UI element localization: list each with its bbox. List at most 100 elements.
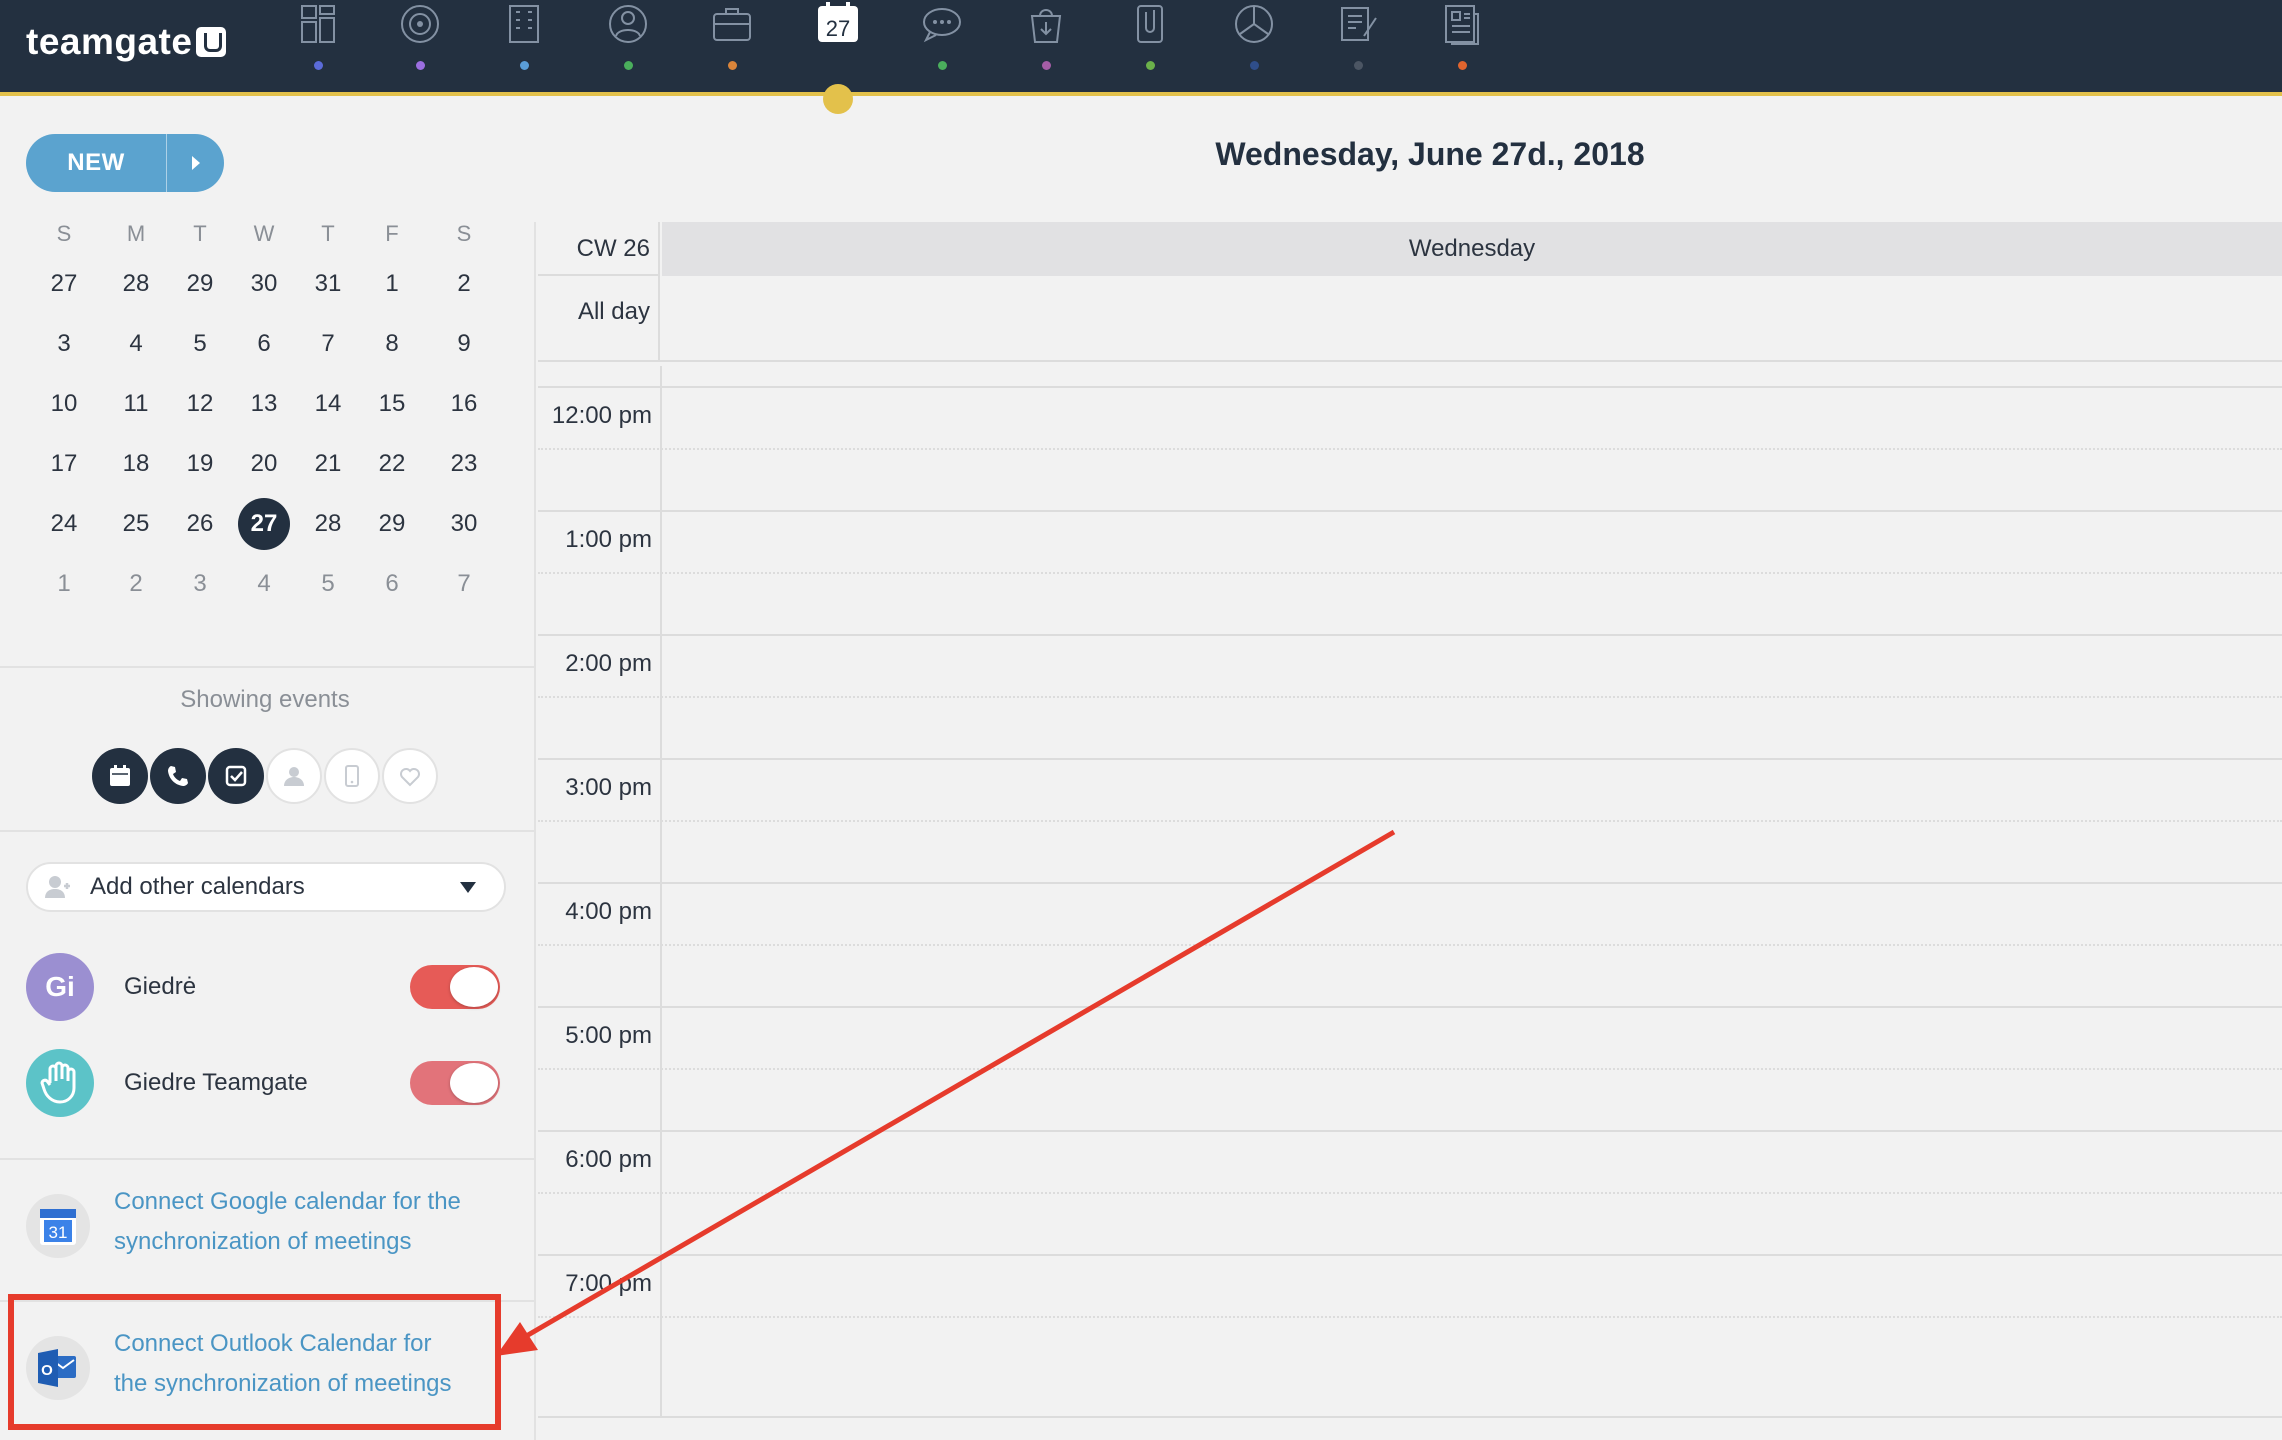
calendar-day[interactable]: 18 [108, 436, 164, 492]
calendar-day[interactable]: 3 [172, 556, 228, 612]
calendar-day[interactable]: 3 [36, 316, 92, 372]
weekday-label: W [253, 221, 275, 246]
task-filter-button[interactable] [208, 748, 264, 804]
teamgate-logo[interactable]: teamgate [26, 18, 227, 66]
new-dropdown-arrow-icon[interactable] [167, 156, 224, 170]
calendar-day[interactable]: 7 [436, 556, 492, 612]
calendar-day[interactable]: 30 [236, 256, 292, 312]
hour-row[interactable]: 12:00 pm [538, 386, 2282, 510]
nav-item-download[interactable] [1006, 0, 1086, 92]
calendar-day[interactable]: 29 [364, 496, 420, 552]
hour-row[interactable]: 4:00 pm [538, 882, 2282, 1006]
outlook-highlight-box [8, 1294, 501, 1430]
nav-item-dashboard[interactable] [278, 0, 358, 92]
nav-item-contacts[interactable] [588, 0, 668, 92]
nav-item-building[interactable] [484, 0, 564, 92]
chat-icon [918, 0, 966, 53]
showing-events-label: Showing events [180, 686, 350, 713]
calendar-day[interactable]: 17 [36, 436, 92, 492]
calendar-day[interactable]: 24 [36, 496, 92, 552]
half-hour-line [538, 1192, 2282, 1194]
nav-status-dot [519, 61, 529, 70]
chevron-down-icon [460, 881, 476, 893]
add-other-calendars-label: Add other calendars [90, 873, 305, 900]
calendar-day[interactable]: 28 [300, 496, 356, 552]
calendar-filter-button[interactable] [92, 748, 148, 804]
calendar-day[interactable]: 4 [108, 316, 164, 372]
calendar-day[interactable]: 25 [108, 496, 164, 552]
half-hour-line [538, 572, 2282, 574]
calendar-day[interactable]: 5 [172, 316, 228, 372]
all-day-row[interactable]: All day [538, 276, 2282, 362]
calendar-day[interactable]: 30 [436, 496, 492, 552]
hour-line [538, 634, 2282, 636]
calendar-day[interactable]: 27 [36, 256, 92, 312]
logo-text: teamgate [26, 21, 193, 62]
hour-row[interactable]: 6:00 pm [538, 1130, 2282, 1254]
calendar-day[interactable]: 2 [436, 256, 492, 312]
calendar-day[interactable]: 15 [364, 376, 420, 432]
calendar-day[interactable]: 13 [236, 376, 292, 432]
weekday-label: M [126, 221, 146, 246]
calendar-day[interactable]: 5 [300, 556, 356, 612]
calendar-day[interactable]: 16 [436, 376, 492, 432]
calendar-day[interactable]: 2 [108, 556, 164, 612]
call-filter-button[interactable] [150, 748, 206, 804]
calendar-day[interactable]: 6 [236, 316, 292, 372]
time-grid[interactable]: 11:00 am 12:00 pm 1:00 pm 2:00 pm 3:00 pm 4:0… [538, 366, 2282, 1418]
calendar-day[interactable]: 1 [364, 256, 420, 312]
calendar-day[interactable]: 31 [300, 256, 356, 312]
calendar-day[interactable]: 19 [172, 436, 228, 492]
hour-line [538, 1006, 2282, 1008]
sidebar: S M T W T F S 27 28 29 30 31 1 2 3 4 5 6 7 8 9 10 11 12 13 14 15 16… [0, 222, 536, 1440]
hour-row[interactable]: 1:00 pm [538, 510, 2282, 634]
calendar-day[interactable]: 29 [172, 256, 228, 312]
calendar-visibility-toggle[interactable] [410, 965, 500, 1009]
calendar-day[interactable]: 8 [364, 316, 420, 372]
new-button[interactable]: NEW [26, 134, 224, 192]
calendar-day[interactable]: 23 [436, 436, 492, 492]
connect-google-link[interactable]: Connect Google calendar for the synchron… [114, 1182, 504, 1262]
hour-row[interactable]: 3:00 pm [538, 758, 2282, 882]
favorite-filter-button[interactable] [382, 748, 438, 804]
nav-item-notes[interactable] [1318, 0, 1398, 92]
nav-item-briefcase[interactable] [692, 0, 772, 92]
calendar-day[interactable]: 20 [236, 436, 292, 492]
calendar-day-today[interactable]: 27 [236, 496, 292, 552]
calendar-day[interactable]: 11 [108, 376, 164, 432]
active-nav-indicator [823, 84, 853, 114]
nav-item-chat[interactable] [902, 0, 982, 92]
calendar-day[interactable]: 22 [364, 436, 420, 492]
calendar-day[interactable]: 28 [108, 256, 164, 312]
person-icon [282, 764, 306, 788]
checkbox-icon [224, 764, 248, 788]
nav-item-documents[interactable] [1422, 0, 1502, 92]
calendar-day[interactable]: 26 [172, 496, 228, 552]
calendar-day[interactable]: 6 [364, 556, 420, 612]
calendar-day[interactable]: 12 [172, 376, 228, 432]
nav-item-target[interactable] [380, 0, 460, 92]
add-other-calendars-select[interactable]: Add other calendars [26, 862, 506, 912]
connect-google-calendar[interactable]: 31 Connect Google calendar for the synch… [26, 1182, 506, 1262]
toggle-knob [450, 967, 498, 1007]
calendar-day[interactable]: 21 [300, 436, 356, 492]
contact-filter-button[interactable] [266, 748, 322, 804]
calendar-day[interactable]: 14 [300, 376, 356, 432]
hour-line [538, 1130, 2282, 1132]
nav-item-pie-chart[interactable] [1214, 0, 1294, 92]
hour-row[interactable]: 7:00 pm [538, 1254, 2282, 1378]
hour-label: 4:00 pm [565, 898, 652, 925]
calendar-day[interactable]: 7 [300, 316, 356, 372]
hour-row[interactable]: 5:00 pm [538, 1006, 2282, 1130]
mobile-filter-button[interactable] [324, 748, 380, 804]
calendar-visibility-toggle[interactable] [410, 1061, 500, 1105]
calendar-day[interactable]: 9 [436, 316, 492, 372]
hour-line [538, 510, 2282, 512]
calendar-day[interactable]: 4 [236, 556, 292, 612]
nav-item-attachment[interactable] [1110, 0, 1190, 92]
calendar-day[interactable]: 10 [36, 376, 92, 432]
calendar-day[interactable]: 1 [36, 556, 92, 612]
nav-item-calendar[interactable]: 27 [798, 0, 878, 92]
hour-row[interactable]: 2:00 pm [538, 634, 2282, 758]
calendar-week-row: 3456789 [0, 316, 536, 357]
